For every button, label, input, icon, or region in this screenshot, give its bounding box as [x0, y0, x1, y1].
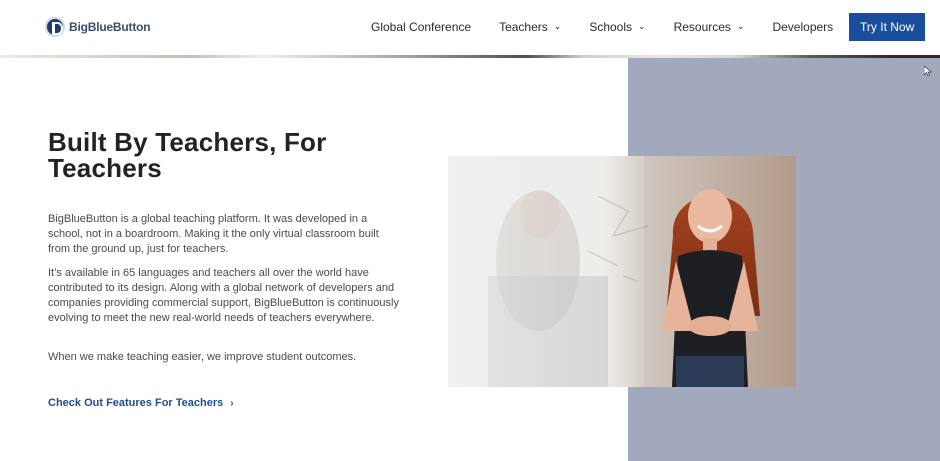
try-it-now-button[interactable]: Try It Now	[849, 13, 926, 41]
nav-item-resources[interactable]: Resources ⌄	[674, 20, 745, 34]
outcomes-paragraph: When we make teaching easier, we improve…	[48, 351, 357, 363]
chevron-down-icon: ⌄	[736, 20, 745, 31]
nav-label: Developers	[772, 20, 834, 34]
nav-label: Teachers	[499, 20, 548, 34]
chevron-down-icon: ⌄	[553, 20, 562, 31]
features-link[interactable]: Check Out Features For Teachers ›	[48, 397, 234, 409]
main-nav: Global Conference Teachers ⌄ Schools ⌄ R…	[371, 13, 926, 41]
nav-label: Global Conference	[371, 20, 472, 34]
chevron-right-icon: ›	[230, 397, 234, 409]
mouse-cursor-icon	[924, 66, 932, 76]
features-link-label: Check Out Features For Teachers	[48, 397, 224, 409]
site-logo[interactable]: BigBlueButton	[45, 15, 151, 39]
bigbluebutton-logo-icon	[45, 17, 65, 37]
intro-paragraph: BigBlueButton is a global teaching platf…	[48, 213, 379, 255]
site-header: BigBlueButton Global Conference Teachers…	[0, 0, 940, 55]
chevron-down-icon: ⌄	[638, 20, 646, 31]
section-heading: Built By Teachers, For Teachers	[48, 127, 327, 183]
nav-label: Resources	[673, 20, 731, 34]
nav-item-teachers[interactable]: Teachers ⌄	[499, 20, 561, 34]
teacher-photo	[448, 156, 796, 387]
nav-item-developers[interactable]: Developers	[772, 20, 833, 34]
nav-label: Schools	[589, 20, 633, 34]
nav-item-schools[interactable]: Schools ⌄	[589, 20, 645, 34]
nav-item-global-conference[interactable]: Global Conference	[371, 20, 471, 34]
logo-text: BigBlueButton	[69, 20, 151, 34]
languages-paragraph: It’s available in 65 languages and teach…	[48, 267, 399, 324]
